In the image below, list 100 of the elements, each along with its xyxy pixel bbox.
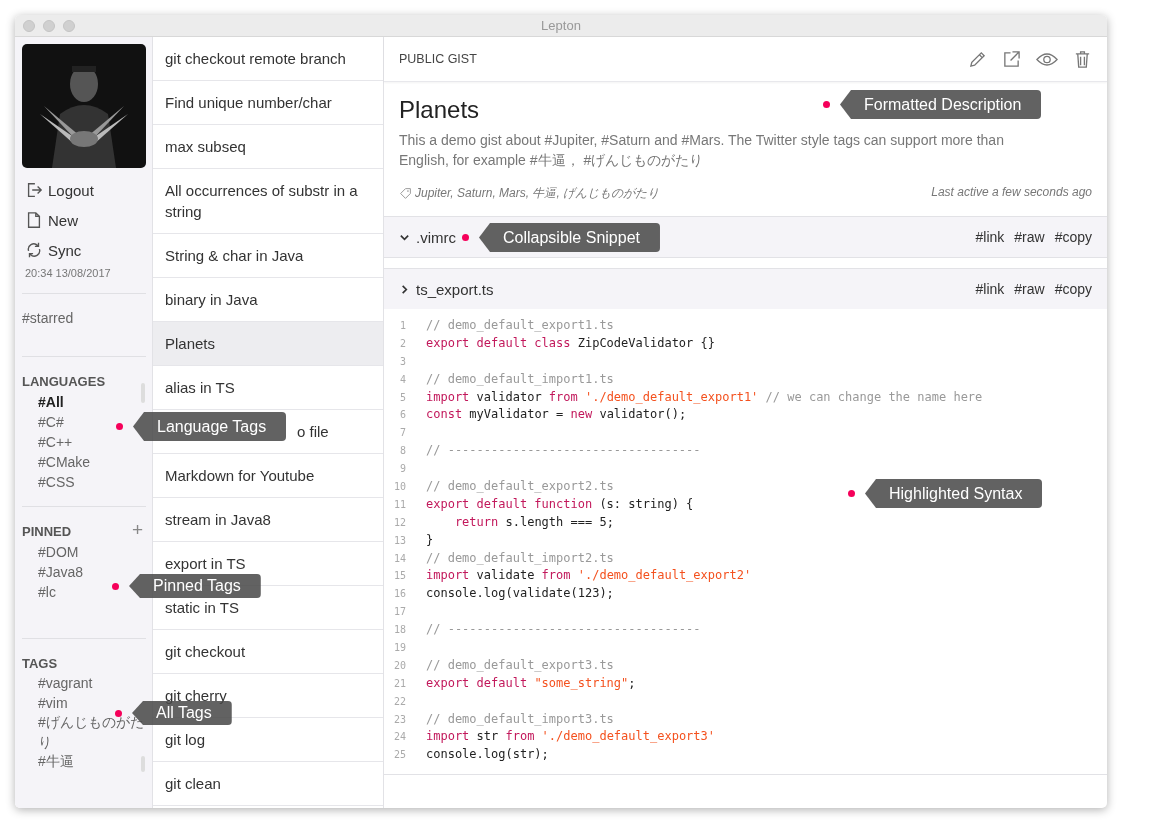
- gist-item[interactable]: stream in Java8: [153, 498, 383, 542]
- line-number: 21: [392, 676, 406, 691]
- callout-dot: [848, 490, 855, 497]
- code-line: const myValidator = new validator();: [426, 406, 687, 424]
- pinned-tag[interactable]: #Java8: [38, 562, 84, 582]
- code-line: import validator from './demo_default_export1' // we can change the name here: [426, 388, 983, 406]
- snippet-action-link[interactable]: #link: [975, 281, 1005, 297]
- tag-link[interactable]: #vim: [38, 693, 68, 713]
- sync-icon: [25, 241, 43, 259]
- logout-button[interactable]: Logout: [22, 175, 94, 205]
- gist-item[interactable]: max subseq: [153, 125, 383, 169]
- logout-icon: [25, 181, 43, 199]
- line-number: 1: [398, 319, 406, 333]
- line-number: 4: [398, 372, 406, 387]
- line-number: 13: [392, 533, 406, 548]
- snippet-action-link[interactable]: #copy: [1054, 229, 1092, 245]
- line-number: 25: [392, 748, 406, 763]
- gist-item[interactable]: Find unique number/char: [153, 81, 383, 125]
- line-number: 20: [392, 658, 406, 673]
- code-line: // demo_default_import3.ts: [426, 710, 614, 728]
- code-line: export default class ZipCodeValidator {}: [426, 334, 715, 352]
- document-icon: [25, 211, 43, 229]
- tag-link[interactable]: #牛逼: [38, 752, 74, 772]
- code-line: export default "some_string";: [426, 674, 636, 692]
- line-number: 15: [392, 569, 406, 584]
- tag-link[interactable]: #げんじものがたり: [38, 713, 145, 752]
- window-title: Lepton: [541, 18, 581, 33]
- language-tag[interactable]: #CMake: [38, 452, 91, 472]
- gist-item[interactable]: git checkout: [153, 630, 383, 674]
- line-number: 2: [398, 336, 406, 351]
- pinned-tag[interactable]: #DOM: [38, 542, 79, 562]
- line-number: 9: [398, 462, 406, 477]
- gist-item[interactable]: alias in TS: [153, 366, 383, 410]
- snippet-action-link[interactable]: #copy: [1054, 281, 1092, 297]
- gist-title: Planets: [399, 96, 480, 124]
- code-line: return s.length === 5;: [453, 513, 614, 531]
- line-number: 17: [392, 605, 406, 620]
- callout-dot: [823, 101, 830, 108]
- gist-tags: Jupiter, Saturn, Mars, 牛逼, げんじものがたり: [415, 185, 660, 202]
- line-number: 11: [392, 497, 406, 512]
- code-line: console.log(str);: [426, 746, 549, 764]
- language-tag[interactable]: #All: [38, 392, 64, 412]
- code-line: // demo_default_import1.ts: [426, 370, 614, 388]
- language-tag[interactable]: #CSS: [38, 472, 75, 492]
- trash-icon[interactable]: [1073, 49, 1092, 69]
- line-number: 22: [392, 694, 406, 709]
- callout-tooltip: Highlighted Syntax: [865, 479, 1043, 508]
- gist-item[interactable]: String & char in Java: [153, 234, 383, 278]
- gist-description: This a demo gist about #Jupiter, #Saturn and #Mars. The Twitter style tags can support more than English, for example #牛逼， #げんじものがたり: [399, 131, 1005, 170]
- line-number: 12: [392, 515, 406, 530]
- line-number: 23: [392, 712, 406, 727]
- language-tag[interactable]: #C++: [38, 432, 73, 452]
- starred-link[interactable]: #starred: [22, 308, 74, 328]
- pencil-icon[interactable]: [968, 49, 987, 69]
- callout-tooltip: Formatted Description: [840, 90, 1042, 119]
- line-number: 18: [392, 623, 406, 638]
- visibility-label: PUBLIC GIST: [399, 52, 477, 66]
- callout-dot: [116, 423, 123, 430]
- line-number: 14: [392, 551, 406, 566]
- code-line: // demo_default_export1.ts: [426, 317, 614, 334]
- snippet-action-link[interactable]: #raw: [1014, 281, 1045, 297]
- callout-tooltip: Language Tags: [133, 412, 287, 441]
- line-number: 19: [392, 641, 406, 656]
- line-number: 7: [398, 426, 406, 441]
- gist-item[interactable]: All occurrences of substr in a string: [153, 169, 383, 234]
- sync-button[interactable]: Sync: [22, 235, 82, 265]
- section-heading: LANGUAGES: [22, 374, 107, 389]
- code-line: // demo_default_export3.ts: [426, 656, 614, 674]
- code-line: export default function (s: string) {: [426, 495, 694, 513]
- tag-icon: [399, 187, 412, 200]
- callout-dot: [112, 582, 119, 590]
- code-line: // demo_default_import2.ts: [426, 549, 614, 567]
- line-number: 24: [392, 730, 406, 745]
- gist-item[interactable]: Markdown for Youtube: [153, 454, 383, 498]
- code-line: import validate from './demo_default_export2': [426, 567, 752, 585]
- gist-item[interactable]: git clean: [153, 762, 383, 806]
- chevron-icon[interactable]: [399, 283, 410, 295]
- code-line: import str from './demo_default_export3': [426, 728, 715, 746]
- gist-item[interactable]: Planets: [153, 322, 383, 366]
- snippet-action-link[interactable]: #raw: [1014, 229, 1045, 245]
- external-link-icon[interactable]: [1002, 49, 1021, 69]
- sync-time: 20:34 13/08/2017: [25, 267, 112, 279]
- line-number: 8: [398, 444, 406, 459]
- callout-tooltip: Pinned Tags: [129, 574, 261, 598]
- code-line: // demo_default_export2.ts: [426, 478, 614, 495]
- gist-item[interactable]: git checkout remote branch: [153, 37, 383, 81]
- snippet-action-link[interactable]: #link: [975, 229, 1005, 245]
- pinned-tag[interactable]: #lc: [38, 582, 56, 602]
- line-number: 16: [392, 587, 406, 602]
- section-heading: TAGS: [22, 656, 59, 671]
- language-tag[interactable]: #C#: [38, 412, 64, 432]
- last-active-text: Last active a few seconds ago: [931, 185, 1092, 201]
- callout-dot: [115, 709, 122, 717]
- line-number: 10: [392, 480, 406, 494]
- code-line: // -----------------------------------: [426, 621, 701, 639]
- new-button[interactable]: New: [22, 205, 78, 235]
- tag-link[interactable]: #vagrant: [38, 674, 93, 694]
- line-number: 5: [398, 390, 406, 405]
- snippet-filename: ts_export.ts: [416, 280, 494, 298]
- code-line: // -----------------------------------: [426, 442, 701, 460]
